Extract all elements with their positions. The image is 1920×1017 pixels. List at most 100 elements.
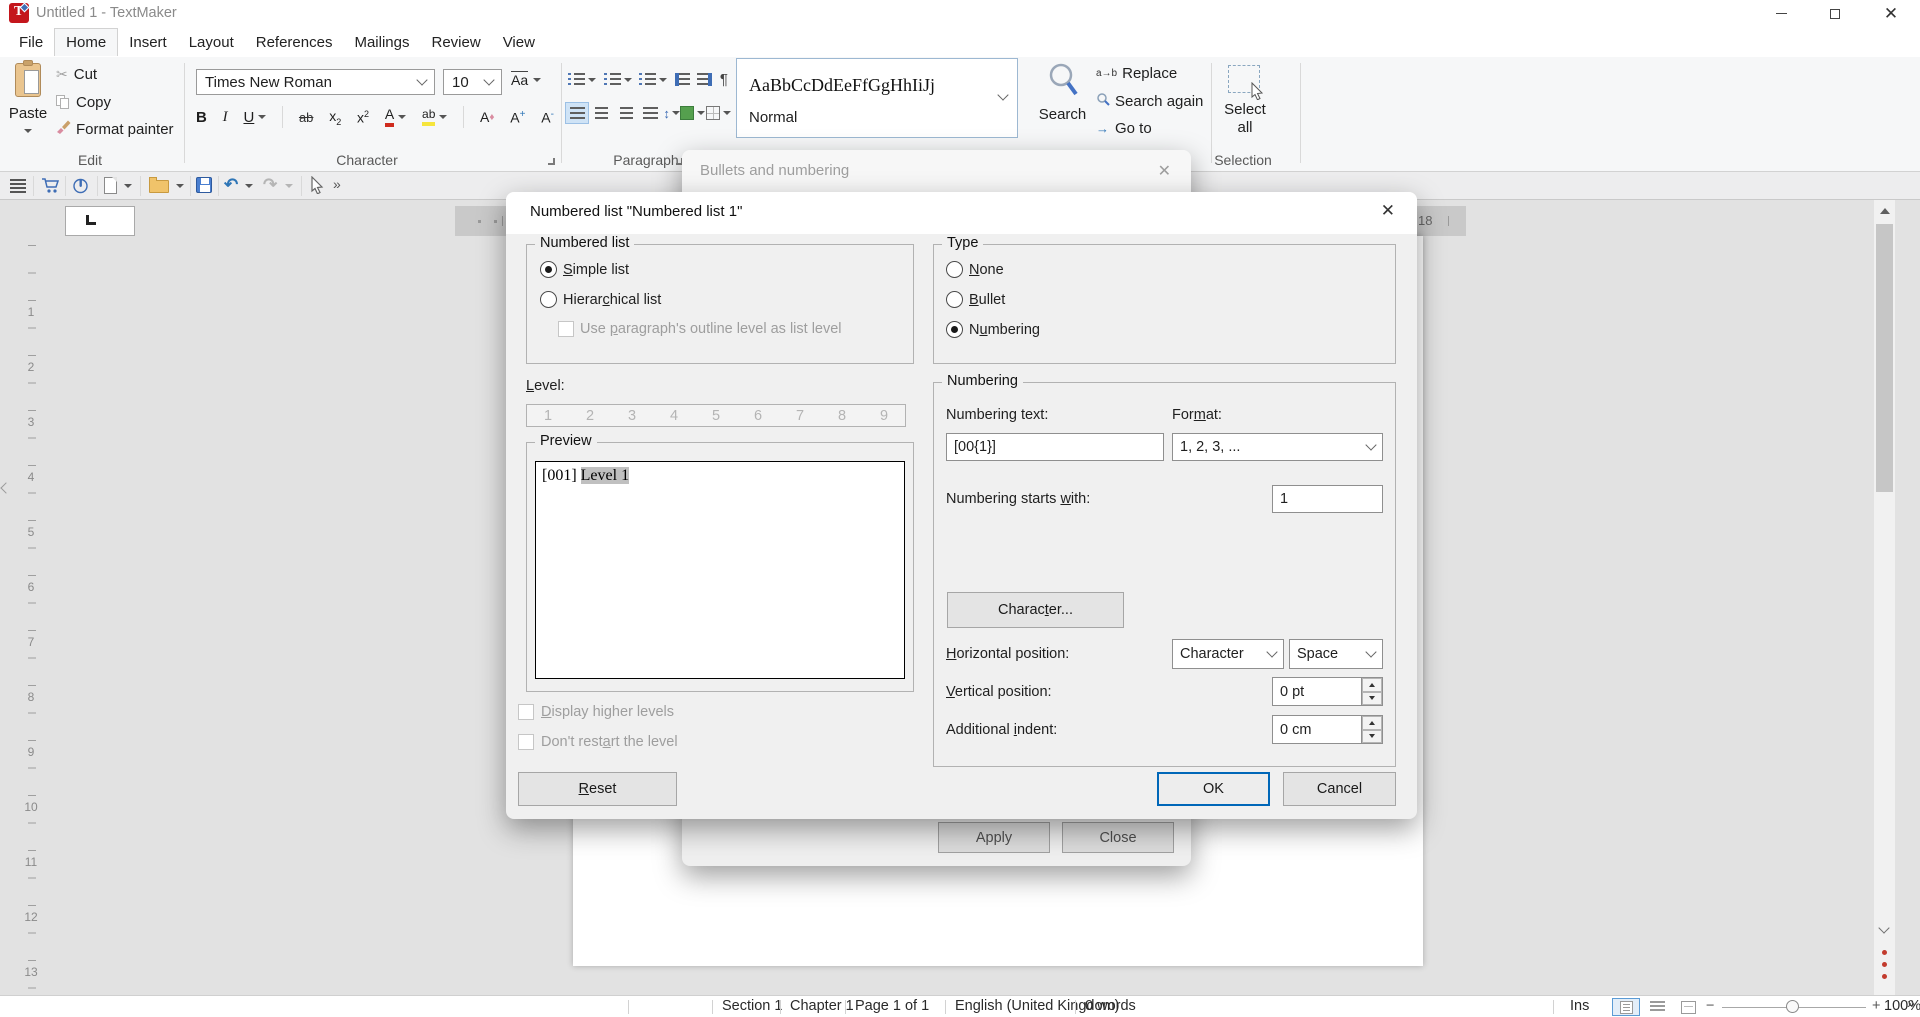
hierarchical-list-radio[interactable]: Hierarchical list <box>540 291 661 308</box>
vertical-scrollbar[interactable] <box>1874 200 1895 995</box>
radio-icon[interactable] <box>540 261 557 278</box>
tab-file[interactable]: File <box>8 29 54 56</box>
align-left-button[interactable] <box>565 102 589 124</box>
nav-dot[interactable] <box>1882 974 1887 979</box>
cancel-button[interactable]: Cancel <box>1283 772 1396 806</box>
highlight-button[interactable]: ab <box>422 108 447 125</box>
scroll-up-icon[interactable] <box>1880 208 1890 214</box>
font-name-combo[interactable]: Times New Roman <box>196 69 435 95</box>
subscript-button[interactable]: x2 <box>329 108 341 127</box>
tab-view[interactable]: View <box>492 29 546 56</box>
status-page[interactable]: Page 1 of 1 <box>855 998 929 1014</box>
new-document-icon[interactable] <box>104 177 117 194</box>
additional-indent-spinner[interactable]: 0 cm <box>1272 715 1383 744</box>
character-button[interactable]: Character... <box>947 592 1124 628</box>
close-window-button[interactable]: ✕ <box>1868 0 1914 27</box>
search-again-button[interactable]: Search again <box>1096 93 1203 109</box>
borders-button[interactable] <box>706 106 731 120</box>
dialog-titlebar[interactable]: Numbered list "Numbered list 1" ✕ <box>506 192 1417 234</box>
spin-up-icon[interactable] <box>1362 716 1382 730</box>
align-center-button[interactable] <box>590 102 614 124</box>
bullet-list-button[interactable] <box>568 73 596 86</box>
pilcrow-icon[interactable]: ¶ <box>720 71 728 88</box>
simple-list-radio[interactable]: Simple list <box>540 261 629 278</box>
character-dialog-launcher-icon[interactable] <box>548 158 555 165</box>
view-preview-button[interactable] <box>1674 998 1702 1016</box>
search-button[interactable]: Search <box>1035 61 1090 131</box>
scrollbar-thumb[interactable] <box>1876 224 1893 492</box>
sidebar-collapse-icon[interactable] <box>0 482 11 493</box>
status-more-icon[interactable]: » <box>1907 996 1915 1012</box>
tab-review[interactable]: Review <box>421 29 492 56</box>
nav-dot[interactable] <box>1882 950 1887 955</box>
tab-mailings[interactable]: Mailings <box>343 29 420 56</box>
style-chevron-down-icon[interactable] <box>997 89 1008 100</box>
format-painter-button[interactable]: Format painter <box>56 120 174 138</box>
shop-cart-icon[interactable] <box>41 177 60 199</box>
close-icon[interactable]: ✕ <box>1381 202 1395 219</box>
type-numbering-radio[interactable]: Numbering <box>946 321 1040 338</box>
paste-dropdown-icon[interactable] <box>24 129 32 133</box>
tab-stop-selector[interactable] <box>65 206 135 236</box>
numbered-list-button[interactable] <box>604 73 632 86</box>
superscript-button[interactable]: x2 <box>357 109 369 126</box>
radio-icon[interactable] <box>946 321 963 338</box>
line-spacing-button[interactable]: ↕ <box>663 106 680 121</box>
horizontal-space-select[interactable]: Space <box>1289 639 1383 669</box>
strikethrough-button[interactable]: ab <box>299 110 313 125</box>
minimize-button[interactable] <box>1758 0 1804 27</box>
radio-icon[interactable] <box>946 261 963 278</box>
shrink-font-button[interactable]: A- <box>541 109 554 126</box>
open-dropdown-icon[interactable] <box>176 184 184 188</box>
spin-down-icon[interactable] <box>1362 730 1382 744</box>
zoom-slider-thumb[interactable] <box>1786 1000 1799 1013</box>
shading-button[interactable] <box>680 106 705 120</box>
bold-button[interactable]: B <box>196 109 207 126</box>
horizontal-position-select[interactable]: Character <box>1172 639 1284 669</box>
type-bullet-radio[interactable]: Bullet <box>946 291 1005 308</box>
multilevel-list-button[interactable] <box>639 73 667 86</box>
view-continuous-button[interactable] <box>1643 998 1671 1016</box>
radio-icon[interactable] <box>540 291 557 308</box>
undo-icon[interactable]: ↶ <box>224 175 238 195</box>
tab-references[interactable]: References <box>245 29 344 56</box>
open-folder-icon[interactable] <box>149 180 169 193</box>
zoom-in-button[interactable]: + <box>1872 998 1880 1014</box>
maximize-button[interactable] <box>1812 0 1858 27</box>
goto-button[interactable]: → Go to <box>1096 120 1152 136</box>
scroll-page-down-icon[interactable] <box>1878 922 1889 933</box>
sidebar-toggle-icon[interactable] <box>10 179 26 193</box>
radio-icon[interactable] <box>946 291 963 308</box>
increase-indent-icon[interactable] <box>675 73 690 86</box>
tab-layout[interactable]: Layout <box>178 29 245 56</box>
reset-button[interactable]: Reset <box>518 772 677 806</box>
starts-with-input[interactable]: 1 <box>1272 485 1383 513</box>
ok-button[interactable]: OK <box>1157 772 1270 806</box>
nav-dot[interactable] <box>1882 962 1887 967</box>
toolbar-more-icon[interactable]: » <box>333 176 341 192</box>
object-mode-pointer-icon[interactable] <box>311 176 325 199</box>
numbering-text-input[interactable]: [00{1}] <box>946 433 1164 461</box>
save-icon[interactable] <box>196 177 212 193</box>
font-size-combo[interactable]: 10 <box>443 69 502 95</box>
view-normal-button[interactable] <box>1612 998 1640 1016</box>
grow-font-button[interactable]: A+ <box>510 109 525 126</box>
underline-button[interactable]: U <box>243 109 266 126</box>
new-document-dropdown-icon[interactable] <box>124 184 132 188</box>
tab-home[interactable]: Home <box>54 28 118 56</box>
status-word-count[interactable]: 0 words <box>1085 998 1136 1014</box>
replace-button[interactable]: a→b Replace <box>1096 65 1177 81</box>
select-all-button[interactable]: Select all <box>1222 63 1268 149</box>
clear-formatting-button[interactable]: A♦ <box>480 109 494 125</box>
undo-dropdown-icon[interactable] <box>245 184 253 188</box>
tab-insert[interactable]: Insert <box>118 29 178 56</box>
zoom-out-button[interactable]: − <box>1706 998 1714 1014</box>
format-select[interactable]: 1, 2, 3, ... <box>1172 433 1383 461</box>
font-color-button[interactable]: A <box>385 107 406 126</box>
spin-up-icon[interactable] <box>1362 678 1382 692</box>
decrease-indent-icon[interactable] <box>697 73 712 86</box>
align-justify-button[interactable] <box>639 102 663 124</box>
touch-mode-icon[interactable] <box>72 177 89 199</box>
status-insert-mode[interactable]: Ins <box>1570 998 1589 1014</box>
align-right-button[interactable] <box>614 102 638 124</box>
